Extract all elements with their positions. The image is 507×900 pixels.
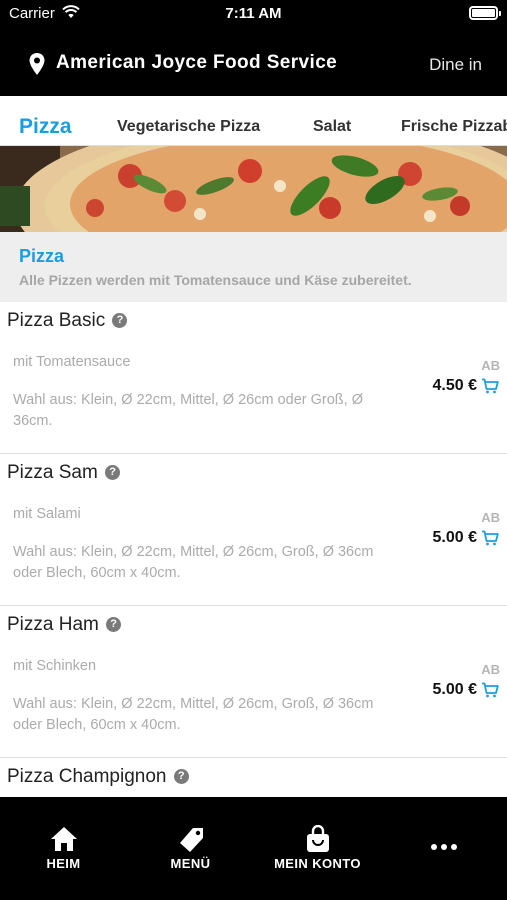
item-name: Pizza Ham <box>7 614 99 635</box>
restaurant-name: American Joyce Food Service <box>56 52 338 73</box>
tab-vegetarische-pizza[interactable]: Vegetarische Pizza <box>117 118 260 136</box>
status-time: 7:11 AM <box>225 5 282 22</box>
tag-icon <box>179 828 203 852</box>
item-name-row: Pizza Sam ? <box>7 462 121 484</box>
nav-account[interactable]: MEIN KONTO <box>254 797 381 900</box>
item-name-row: Pizza Ham ? <box>7 614 122 636</box>
item-options: Wahl aus: Klein, Ø 22cm, Mittel, Ø 26cm,… <box>13 544 374 581</box>
menu-item-pizza-basic[interactable]: Pizza Basic ? mit Tomatensauce Wahl aus:… <box>0 302 507 454</box>
app-header: American Joyce Food Service Dine in <box>0 28 507 96</box>
item-price: 5.00 € <box>432 681 477 698</box>
item-name: Pizza Champignon <box>7 766 167 787</box>
price-prefix: AB <box>481 510 500 525</box>
item-name: Pizza Sam <box>7 462 98 483</box>
item-name: Pizza Basic <box>7 310 106 331</box>
help-icon[interactable]: ? <box>112 313 128 328</box>
home-icon <box>50 827 77 851</box>
dine-mode-toggle[interactable]: Dine in <box>429 55 482 75</box>
nav-label: MENÜ <box>170 856 211 871</box>
nav-label: MEIN KONTO <box>274 856 361 871</box>
status-bar: Carrier 7:11 AM <box>0 0 507 28</box>
item-name-row: Pizza Basic ? <box>7 310 128 332</box>
help-icon[interactable]: ? <box>173 769 189 784</box>
item-options: Wahl aus: Klein, Ø 22cm, Mittel, Ø 26cm … <box>13 392 363 429</box>
location-pin-icon <box>29 53 45 75</box>
item-options: Wahl aus: Klein, Ø 22cm, Mittel, Ø 26cm,… <box>13 696 374 733</box>
nav-home[interactable]: HEIM <box>0 797 127 900</box>
add-to-cart-icon[interactable] <box>481 530 499 546</box>
nav-label: HEIM <box>46 856 81 871</box>
item-description: mit Tomatensauce <box>13 354 131 370</box>
help-icon[interactable]: ? <box>105 465 121 480</box>
tab-salat[interactable]: Salat <box>313 118 351 136</box>
item-description: mit Salami <box>13 506 81 522</box>
bottom-navigation: HEIM MENÜ MEIN KONTO <box>0 797 507 900</box>
tab-pizza[interactable]: Pizza <box>19 115 72 139</box>
category-description: Alle Pizzen werden mit Tomatensauce und … <box>19 272 412 288</box>
nav-menu[interactable]: MENÜ <box>127 797 254 900</box>
item-name-row: Pizza Champignon ? <box>7 766 189 788</box>
bag-icon <box>306 825 329 852</box>
category-banner-image <box>0 146 507 232</box>
menu-item-pizza-ham[interactable]: Pizza Ham ? mit Schinken Wahl aus: Klein… <box>0 606 507 758</box>
item-description: mit Schinken <box>13 658 97 674</box>
price-prefix: AB <box>481 662 500 677</box>
help-icon[interactable]: ? <box>106 617 122 632</box>
nav-more[interactable] <box>380 797 507 900</box>
price-prefix: AB <box>481 358 500 373</box>
battery-icon <box>469 6 501 20</box>
category-title: Pizza <box>19 246 65 266</box>
item-price: 5.00 € <box>432 529 477 546</box>
item-price: 4.50 € <box>432 377 477 394</box>
more-icon <box>430 844 457 850</box>
category-tabs: Pizza Vegetarische Pizza Salat Frische P… <box>0 96 507 146</box>
add-to-cart-icon[interactable] <box>481 682 499 698</box>
menu-item-pizza-sam[interactable]: Pizza Sam ? mit Salami Wahl aus: Klein, … <box>0 454 507 606</box>
add-to-cart-icon[interactable] <box>481 378 499 394</box>
tab-frische-pizzabrot[interactable]: Frische Pizzabr <box>401 118 507 136</box>
category-header: Pizza Alle Pizzen werden mit Tomatensauc… <box>0 232 507 302</box>
